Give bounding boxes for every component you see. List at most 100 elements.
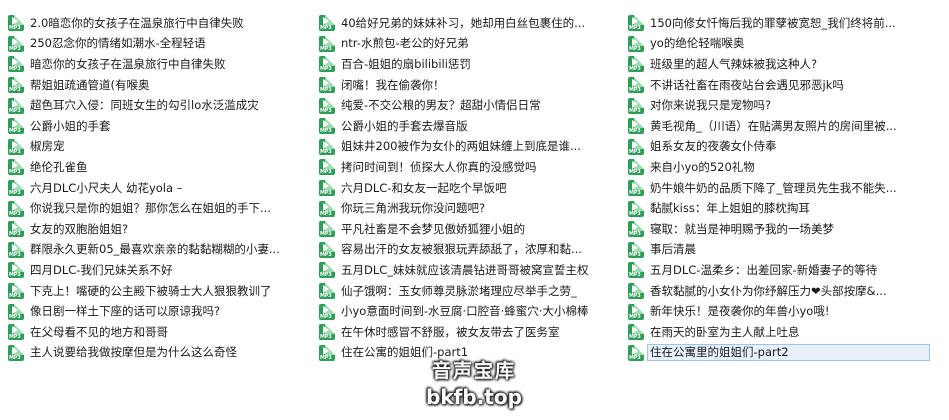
mp3-audio-file-icon: MP3 xyxy=(319,241,335,258)
file-name: yo的绝伦轻喘喉奥 xyxy=(650,36,745,51)
file-icon-extension: MP3 xyxy=(629,45,641,52)
file-name: 五月DLC-温柔乡：出差回家-新婚妻子的等待 xyxy=(650,262,878,277)
file-item[interactable]: MP3 椒房宠 xyxy=(8,137,310,158)
file-name: 主人说要给我做按摩但是为什么这么奇怪 xyxy=(30,345,237,360)
file-icon-extension: MP3 xyxy=(9,210,21,217)
mp3-audio-file-icon: MP3 xyxy=(319,200,335,217)
mp3-audio-file-icon: MP3 xyxy=(628,303,644,320)
file-item[interactable]: MP3 公爵小姐的手套 xyxy=(8,116,310,137)
file-item[interactable]: MP3 你玩三角洲我玩你没问题吧? xyxy=(319,198,619,219)
file-item[interactable]: MP3 ntr-水煎包-老公的好兄弟 xyxy=(319,34,619,55)
file-item[interactable]: MP3 平凡社畜是不会梦见傲娇狐狸小姐的 xyxy=(319,219,619,240)
file-name: 椒房宠 xyxy=(30,139,65,154)
file-item[interactable]: MP3 黄毛视角_（川语）在贴满男友照片的房间里被... xyxy=(628,116,949,137)
file-item[interactable]: MP3 新年快乐！是夜袭你的年兽小yo哦! xyxy=(628,301,949,322)
file-item[interactable]: MP3 四月DLC-我们兄妹关系不好 xyxy=(8,260,310,281)
file-item[interactable]: MP3 香软黏腻的小女仆为你纾解压力❤头部按摩&... xyxy=(628,281,949,302)
file-item[interactable]: MP3 班级里的超人气辣妹被我这种人? xyxy=(628,54,949,75)
mp3-audio-file-icon: MP3 xyxy=(628,283,644,300)
file-icon-extension: MP3 xyxy=(9,334,21,341)
file-name: 250忍念你的情绪如潮水-全程轻语 xyxy=(30,36,206,51)
file-item[interactable]: MP3 在午休时感冒不舒服，被女友带去了医务室 xyxy=(319,322,619,343)
file-item[interactable]: MP3 超色耳穴入侵：同班女生的勾引lo水泛滥成灾 xyxy=(8,95,310,116)
file-item[interactable]: MP3 公爵小姐的手套去爆音版 xyxy=(319,116,619,137)
file-item[interactable]: MP3 150向修女忏悔后我的罪孽被宽恕_我们终将前... xyxy=(628,13,949,34)
file-name: 新年快乐！是夜袭你的年兽小yo哦! xyxy=(650,304,830,319)
file-item[interactable]: MP3 不讲话社畜在雨夜站台会遇见邪恶jk吗 xyxy=(628,75,949,96)
file-icon-extension: MP3 xyxy=(629,128,641,135)
file-item[interactable]: MP3 帮姐姐疏通管道(有喉奥 xyxy=(8,75,310,96)
file-item[interactable]: MP3 暗恋你的女孩子在温泉旅行中自律失败 xyxy=(8,54,310,75)
file-icon-extension: MP3 xyxy=(9,231,21,238)
file-item[interactable]: MP3 2.0暗恋你的女孩子在温泉旅行中自律失败 xyxy=(8,13,310,34)
file-icon-extension: MP3 xyxy=(629,169,641,176)
file-name: 寝取：就当是神明赐予我的一场美梦 xyxy=(650,221,834,236)
file-item[interactable]: MP3 绝伦孔雀鱼 xyxy=(8,157,310,178)
file-item[interactable]: MP3 六月DLC小尺夫人 幼花yola – xyxy=(8,178,310,199)
file-item[interactable]: MP3 拷问时间到！侦探大人你真的没感觉吗 xyxy=(319,157,619,178)
file-item[interactable]: MP3 纯爱-不交公粮的男友？超甜小情侣日常 xyxy=(319,95,619,116)
file-item[interactable]: MP3 你说我只是你的姐姐？那你怎么在姐姐的手下... xyxy=(8,198,310,219)
file-item[interactable]: MP3 对你来说我只是宠物吗? xyxy=(628,95,949,116)
mp3-audio-file-icon: MP3 xyxy=(8,180,24,197)
file-icon-extension: MP3 xyxy=(9,272,21,279)
file-name: 闭嘴！我在偷袭你！ xyxy=(341,77,445,92)
file-name: 六月DLC小尺夫人 幼花yola – xyxy=(30,180,183,195)
file-name: 四月DLC-我们兄妹关系不好 xyxy=(30,262,173,277)
file-icon-extension: MP3 xyxy=(320,251,332,258)
file-icon-extension: MP3 xyxy=(320,313,332,320)
file-item[interactable]: MP3 小yo意面时间到-水豆腐·口腔音·蜂蜜穴·大小棉棒 xyxy=(319,301,619,322)
file-icon-extension: MP3 xyxy=(320,210,332,217)
file-name: 绝伦孔雀鱼 xyxy=(30,159,88,174)
file-item[interactable]: MP3 40给好兄弟的妹妹补习，她却用白丝包裹住的... xyxy=(319,13,619,34)
file-item[interactable]: MP3 黏腻kiss：年上姐姐的膝枕掏耳 xyxy=(628,198,949,219)
file-item[interactable]: MP3 事后清晨 xyxy=(628,240,949,261)
file-icon-extension: MP3 xyxy=(9,190,21,197)
file-item[interactable]: MP3 闭嘴！我在偷袭你！ xyxy=(319,75,619,96)
mp3-audio-file-icon: MP3 xyxy=(319,283,335,300)
file-item[interactable]: MP3 奶牛娘牛奶的品质下降了_管理员先生我不能失... xyxy=(628,178,949,199)
file-item[interactable]: MP3 容易出汗的女友被狠狠玩弄舔舐了，浓厚和黏... xyxy=(319,240,619,261)
file-name: 拷问时间到！侦探大人你真的没感觉吗 xyxy=(341,159,537,174)
file-icon-extension: MP3 xyxy=(629,231,641,238)
file-name: 不讲话社畜在雨夜站台会遇见邪恶jk吗 xyxy=(650,77,844,92)
file-item[interactable]: MP3 主人说要给我做按摩但是为什么这么奇怪 xyxy=(8,343,310,364)
file-name: 平凡社畜是不会梦见傲娇狐狸小姐的 xyxy=(341,221,525,236)
file-icon-extension: MP3 xyxy=(9,45,21,52)
mp3-audio-file-icon: MP3 xyxy=(319,138,335,155)
mp3-audio-file-icon: MP3 xyxy=(8,283,24,300)
file-name: 公爵小姐的手套 xyxy=(30,118,111,133)
file-item[interactable]: MP3 来自小yo的520礼物 xyxy=(628,157,949,178)
file-item[interactable]: MP3 250忍念你的情绪如潮水-全程轻语 xyxy=(8,34,310,55)
file-name: 纯爱-不交公粮的男友？超甜小情侣日常 xyxy=(341,98,541,113)
file-name: 黄毛视角_（川语）在贴满男友照片的房间里被... xyxy=(650,118,897,133)
file-item[interactable]: MP3 在父母看不见的地方和哥哥 xyxy=(8,322,310,343)
file-column-2: MP3 40给好兄弟的妹妹补习，她却用白丝包裹住的... MP3 ntr-水煎包-老公… xyxy=(310,0,619,420)
file-item[interactable]: MP3 下克上！嘴硬的公主殿下被骑士大人狠狠教训了 xyxy=(8,281,310,302)
mp3-audio-file-icon: MP3 xyxy=(628,241,644,258)
file-item[interactable]: MP3 住在公寓的姐姐们-part1 xyxy=(319,343,619,364)
file-item[interactable]: MP3 群限永久更新05_最喜欢亲亲的黏黏糊糊的小妻... xyxy=(8,240,310,261)
file-item[interactable]: MP3 仙子饿啊：玉女师尊灵脉淤堵理应尽举手之劳_ xyxy=(319,281,619,302)
file-item[interactable]: MP3 像日剧一样土下座的话可以原谅我吗? xyxy=(8,301,310,322)
mp3-audio-file-icon: MP3 xyxy=(8,344,24,361)
file-item[interactable]: MP3 寝取：就当是神明赐予我的一场美梦 xyxy=(628,219,949,240)
file-item[interactable]: MP3 姐系女友的夜袭女仆侍奉 xyxy=(628,137,949,158)
file-item[interactable]: MP3 yo的绝伦轻喘喉奥 xyxy=(628,34,949,55)
file-name: 香软黏腻的小女仆为你纾解压力❤头部按摩&... xyxy=(650,283,887,298)
file-icon-extension: MP3 xyxy=(9,128,21,135)
file-item[interactable]: MP3 百合-姐姐的扇bilibili惩罚 xyxy=(319,54,619,75)
file-name: 在雨天的卧室为主人献上吐息 xyxy=(650,324,800,339)
file-icon-extension: MP3 xyxy=(320,45,332,52)
file-icon-extension: MP3 xyxy=(320,354,332,361)
file-name: 姐系女友的夜袭女仆侍奉 xyxy=(650,139,777,154)
file-item[interactable]: MP3 五月DLC-温柔乡：出差回家-新婚妻子的等待 xyxy=(628,260,949,281)
file-item[interactable]: MP3 住在公寓里的姐姐们-part2 xyxy=(628,343,949,364)
file-item[interactable]: MP3 五月DLC_妹妹就应该清晨钻进哥哥被窝宣誓主权 xyxy=(319,260,619,281)
file-item[interactable]: MP3 女友的双胞胎姐姐? xyxy=(8,219,310,240)
file-name: 在午休时感冒不舒服，被女友带去了医务室 xyxy=(341,324,560,339)
file-item[interactable]: MP3 姐妹井200被作为女仆的两姐妹缠上到底是谁... xyxy=(319,137,619,158)
file-name: 你玩三角洲我玩你没问题吧? xyxy=(341,201,486,216)
file-item[interactable]: MP3 在雨天的卧室为主人献上吐息 xyxy=(628,322,949,343)
file-item[interactable]: MP3 六月DLC-和女友一起吃个早饭吧 xyxy=(319,178,619,199)
